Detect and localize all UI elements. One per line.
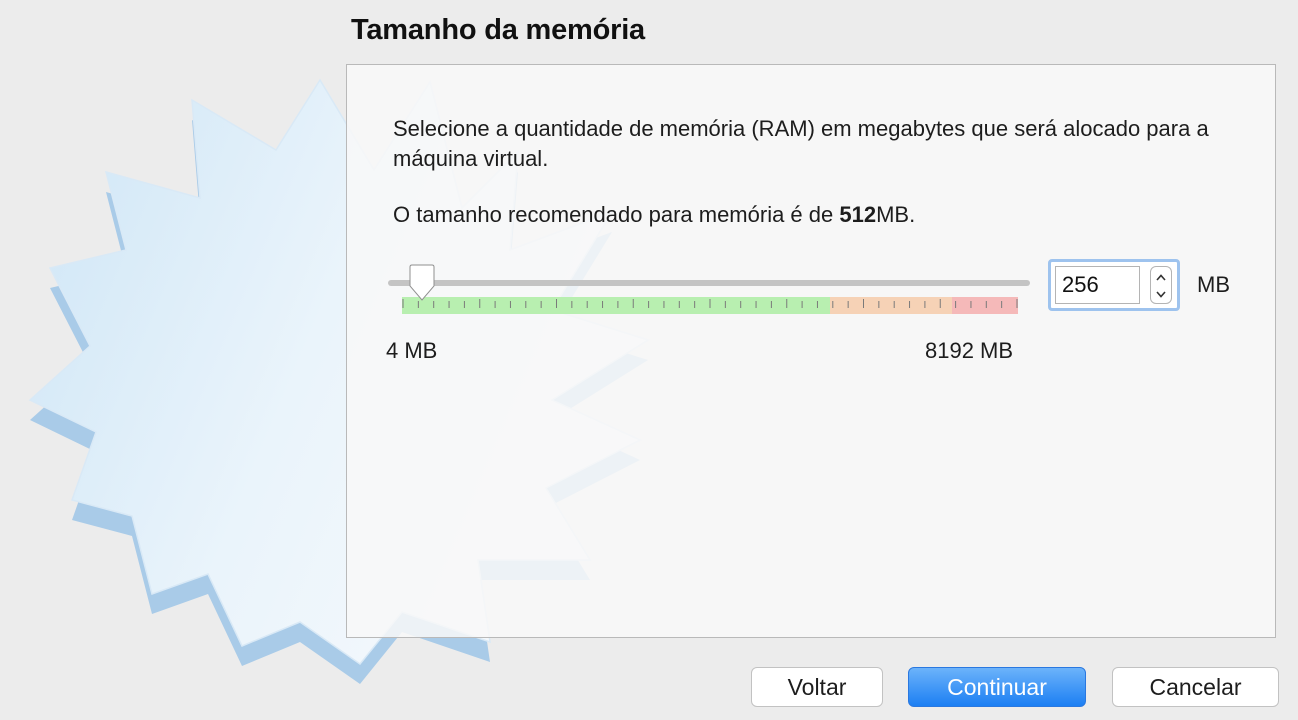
scale-ticks xyxy=(402,299,1018,308)
max-memory-label: 8192 MB xyxy=(925,338,1014,363)
back-button[interactable]: Voltar xyxy=(751,667,883,707)
recommendation-suffix: MB. xyxy=(876,202,916,227)
continue-button[interactable]: Continuar xyxy=(908,667,1086,707)
min-memory-label: 4 MB xyxy=(386,338,438,363)
stepper-up-icon[interactable] xyxy=(1151,268,1171,286)
cancel-button[interactable]: Cancelar xyxy=(1112,667,1279,707)
memory-slider[interactable] xyxy=(386,262,1034,322)
recommendation-text: O tamanho recomendado para memória é de … xyxy=(393,200,915,230)
slider-thumb[interactable] xyxy=(409,264,435,302)
page-title: Tamanho da memória xyxy=(351,14,645,46)
recommended-value: 512 xyxy=(839,202,877,227)
memory-size-input[interactable] xyxy=(1055,266,1140,304)
stepper-down-icon[interactable] xyxy=(1151,285,1171,303)
slider-track[interactable] xyxy=(388,280,1030,286)
description-text: Selecione a quantidade de memória (RAM) … xyxy=(393,116,1209,171)
memory-unit-label: MB xyxy=(1197,272,1230,297)
memory-spinbox xyxy=(1048,259,1180,311)
memory-stepper[interactable] xyxy=(1150,266,1172,304)
recommendation-prefix: O tamanho recomendado para memória é de xyxy=(393,202,840,227)
